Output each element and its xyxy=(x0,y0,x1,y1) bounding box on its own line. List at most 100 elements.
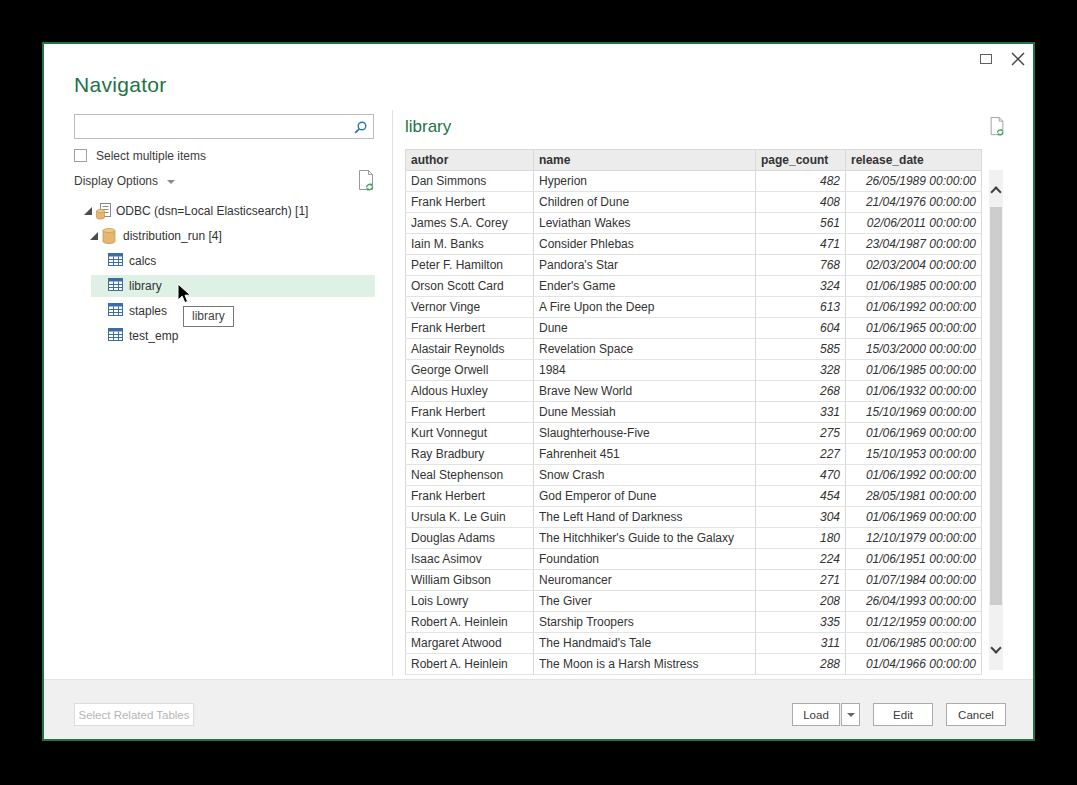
cell-name: Foundation xyxy=(534,549,756,570)
cell-name: A Fire Upon the Deep xyxy=(534,297,756,318)
cell-author: Peter F. Hamilton xyxy=(406,255,534,276)
tree-item-calcs[interactable]: calcs xyxy=(44,249,392,274)
table-row: William GibsonNeuromancer27101/07/1984 0… xyxy=(406,570,982,591)
cell-release_date: 01/06/1951 00:00:00 xyxy=(846,549,982,570)
load-button[interactable]: Load xyxy=(792,703,840,726)
cell-page_count: 311 xyxy=(756,633,846,654)
footer-bar: Select Related Tables Load Edit Cancel xyxy=(44,679,1033,739)
scrollbar-thumb[interactable] xyxy=(990,207,1002,605)
cell-release_date: 23/04/1987 00:00:00 xyxy=(846,234,982,255)
cell-page_count: 328 xyxy=(756,360,846,381)
table-row: Lois LowryThe Giver20826/04/1993 00:00:0… xyxy=(406,591,982,612)
cell-author: George Orwell xyxy=(406,360,534,381)
close-icon[interactable] xyxy=(1010,51,1026,67)
select-related-tables-button[interactable]: Select Related Tables xyxy=(74,703,194,726)
select-multiple-label: Select multiple items xyxy=(96,149,206,163)
mouse-cursor xyxy=(177,284,195,306)
cell-name: The Left Hand of Darkness xyxy=(534,507,756,528)
table-row: Ray BradburyFahrenheit 45122715/10/1953 … xyxy=(406,444,982,465)
tree-item-library[interactable]: library xyxy=(44,274,392,299)
cell-page_count: 304 xyxy=(756,507,846,528)
cell-release_date: 01/04/1966 00:00:00 xyxy=(846,654,982,675)
cell-author: Dan Simmons xyxy=(406,171,534,192)
scroll-up-icon[interactable] xyxy=(990,186,1001,197)
table-row: Frank HerbertChildren of Dune40821/04/19… xyxy=(406,192,982,213)
table-row: Neal StephensonSnow Crash47001/06/1992 0… xyxy=(406,465,982,486)
refresh-icon[interactable] xyxy=(356,169,376,193)
cell-release_date: 01/06/1969 00:00:00 xyxy=(846,507,982,528)
cell-page_count: 585 xyxy=(756,339,846,360)
search-icon[interactable] xyxy=(354,121,367,134)
cell-release_date: 01/06/1985 00:00:00 xyxy=(846,360,982,381)
table-row: Kurt VonnegutSlaughterhouse-Five27501/06… xyxy=(406,423,982,444)
table-row: Iain M. BanksConsider Phlebas47123/04/19… xyxy=(406,234,982,255)
cell-name: Consider Phlebas xyxy=(534,234,756,255)
table-row: Douglas AdamsThe Hitchhiker's Guide to t… xyxy=(406,528,982,549)
table-icon xyxy=(108,303,123,317)
cell-release_date: 15/10/1953 00:00:00 xyxy=(846,444,982,465)
cell-release_date: 01/06/1985 00:00:00 xyxy=(846,276,982,297)
cell-page_count: 471 xyxy=(756,234,846,255)
table-row: James S.A. CoreyLeviathan Wakes56102/06/… xyxy=(406,213,982,234)
cell-author: James S.A. Corey xyxy=(406,213,534,234)
load-dropdown-button[interactable] xyxy=(841,703,860,726)
cell-page_count: 335 xyxy=(756,612,846,633)
cell-page_count: 470 xyxy=(756,465,846,486)
table-row: Ursula K. Le GuinThe Left Hand of Darkne… xyxy=(406,507,982,528)
cell-name: Snow Crash xyxy=(534,465,756,486)
cell-page_count: 288 xyxy=(756,654,846,675)
table-icon xyxy=(108,253,123,267)
cell-author: William Gibson xyxy=(406,570,534,591)
cell-name: Fahrenheit 451 xyxy=(534,444,756,465)
table-row: Robert A. HeinleinStarship Troopers33501… xyxy=(406,612,982,633)
expand-triangle-icon[interactable] xyxy=(90,232,98,240)
cell-name: Starship Troopers xyxy=(534,612,756,633)
table-row: Isaac AsimovFoundation22401/06/1951 00:0… xyxy=(406,549,982,570)
edit-button[interactable]: Edit xyxy=(873,703,933,726)
cell-page_count: 227 xyxy=(756,444,846,465)
refresh-preview-icon[interactable] xyxy=(988,116,1006,138)
scroll-down-icon[interactable] xyxy=(990,642,1001,653)
cell-author: Vernor Vinge xyxy=(406,297,534,318)
table-scrollbar[interactable] xyxy=(989,170,1003,670)
cell-author: Robert A. Heinlein xyxy=(406,612,534,633)
cell-page_count: 268 xyxy=(756,381,846,402)
cell-release_date: 01/07/1984 00:00:00 xyxy=(846,570,982,591)
tree-item-test-emp[interactable]: test_emp xyxy=(44,324,392,349)
cell-release_date: 01/06/1969 00:00:00 xyxy=(846,423,982,444)
select-multiple-checkbox[interactable] xyxy=(74,149,87,162)
cell-author: Alastair Reynolds xyxy=(406,339,534,360)
cell-name: Children of Dune xyxy=(534,192,756,213)
cell-page_count: 768 xyxy=(756,255,846,276)
navigator-dialog: Navigator Select multiple items Display … xyxy=(42,42,1035,741)
cell-author: Ray Bradbury xyxy=(406,444,534,465)
cell-release_date: 02/03/2004 00:00:00 xyxy=(846,255,982,276)
tree-item-odbc[interactable]: ODBC (dsn=Local Elasticsearch) [1] xyxy=(44,199,392,224)
maximize-icon[interactable] xyxy=(980,54,992,64)
display-options-dropdown[interactable]: Display Options xyxy=(74,174,175,188)
cell-author: Aldous Huxley xyxy=(406,381,534,402)
cell-name: Dune Messiah xyxy=(534,402,756,423)
search-input[interactable] xyxy=(79,117,351,136)
cell-page_count: 482 xyxy=(756,171,846,192)
column-header-release_date: release_date xyxy=(846,150,982,171)
cell-author: Kurt Vonnegut xyxy=(406,423,534,444)
cell-author: Isaac Asimov xyxy=(406,549,534,570)
cell-page_count: 604 xyxy=(756,318,846,339)
cell-name: Slaughterhouse-Five xyxy=(534,423,756,444)
cell-release_date: 01/12/1959 00:00:00 xyxy=(846,612,982,633)
cell-name: The Giver xyxy=(534,591,756,612)
expand-triangle-icon[interactable] xyxy=(84,207,92,215)
cell-page_count: 408 xyxy=(756,192,846,213)
cancel-button[interactable]: Cancel xyxy=(946,703,1006,726)
column-header-author: author xyxy=(406,150,534,171)
cell-release_date: 21/04/1976 00:00:00 xyxy=(846,192,982,213)
chevron-down-icon xyxy=(847,713,855,717)
database-icon xyxy=(102,228,116,244)
cell-name: God Emperor of Dune xyxy=(534,486,756,507)
cell-author: Frank Herbert xyxy=(406,192,534,213)
table-row: Aldous HuxleyBrave New World26801/06/193… xyxy=(406,381,982,402)
pane-divider xyxy=(392,110,393,676)
tree-item-distribution-run[interactable]: distribution_run [4] xyxy=(44,224,392,249)
table-row: Frank HerbertDune60401/06/1965 00:00:00 xyxy=(406,318,982,339)
